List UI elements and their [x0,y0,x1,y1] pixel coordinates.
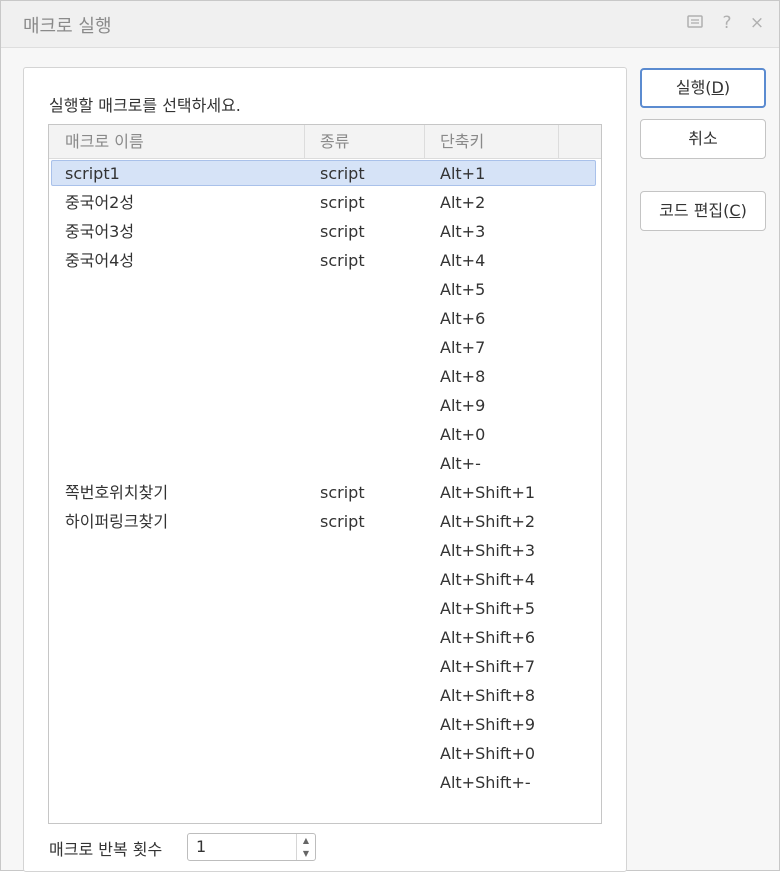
run-button-mnemonic: D [711,78,724,97]
macro-shortcut-cell: Alt+9 [440,396,486,415]
table-row[interactable]: Alt+- [49,449,601,478]
edit-button-mnemonic: C [729,201,741,220]
table-row[interactable]: Alt+6 [49,304,601,333]
table-row[interactable]: 중국어3성 script Alt+3 [49,217,601,246]
macro-shortcut-cell: Alt+6 [440,309,486,328]
title-bar: 매크로 실행 ? × [1,1,779,48]
cancel-button-label: 취소 [688,129,718,148]
macro-name-cell: script1 [65,164,120,183]
macro-name-cell: 중국어2성 [65,193,135,212]
repeat-count-value[interactable]: 1 [196,834,206,860]
macro-shortcut-cell: Alt+Shift+2 [440,512,536,531]
macro-shortcut-cell: Alt+7 [440,338,486,357]
chevron-up-icon[interactable]: ▲ [297,834,315,847]
edit-code-button[interactable]: 코드 편집(C) [640,191,766,231]
macro-shortcut-cell: Alt+Shift+6 [440,628,536,647]
table-row[interactable]: Alt+Shift+7 [49,652,601,681]
column-divider[interactable] [304,125,305,158]
macro-type-cell: script [320,512,365,531]
macro-name-cell: 중국어3성 [65,222,135,241]
table-row[interactable]: Alt+Shift+3 [49,536,601,565]
repeat-count-stepper[interactable]: 1 ▲ ▼ [187,833,316,861]
macro-name-cell: 중국어4성 [65,251,135,270]
table-row[interactable]: Alt+Shift+6 [49,623,601,652]
macro-shortcut-cell: Alt+0 [440,425,486,444]
table-row[interactable]: Alt+0 [49,420,601,449]
macro-panel: 실행할 매크로를 선택하세요. 매크로 이름 종류 단축키 script1 scr… [23,67,627,872]
macro-shortcut-cell: Alt+Shift+0 [440,744,536,763]
column-divider[interactable] [558,125,559,158]
macro-shortcut-cell: Alt+Shift+- [440,773,531,792]
macro-type-cell: script [320,193,365,212]
table-row[interactable]: Alt+Shift+8 [49,681,601,710]
macro-type-cell: script [320,164,365,183]
edit-button-suffix: ) [740,201,747,220]
macro-shortcut-cell: Alt+Shift+9 [440,715,536,734]
macro-shortcut-cell: Alt+Shift+4 [440,570,536,589]
table-row[interactable]: Alt+5 [49,275,601,304]
macro-name-cell: 쪽번호위치찾기 [65,483,169,502]
repeat-count-label: 매크로 반복 횟수 [49,840,163,859]
macro-shortcut-cell: Alt+Shift+7 [440,657,536,676]
column-header-type[interactable]: 종류 [320,125,349,158]
run-button[interactable]: 실행(D) [640,68,766,108]
table-row[interactable]: 중국어4성 script Alt+4 [49,246,601,275]
table-row[interactable]: 중국어2성 script Alt+2 [49,188,601,217]
macro-shortcut-cell: Alt+Shift+8 [440,686,536,705]
macro-shortcut-cell: Alt+3 [440,222,486,241]
macro-shortcut-cell: Alt+2 [440,193,486,212]
table-row[interactable]: Alt+Shift+0 [49,739,601,768]
table-row[interactable]: Alt+8 [49,362,601,391]
table-row[interactable]: script1 script Alt+1 [49,159,601,188]
macro-shortcut-cell: Alt+- [440,454,481,473]
macro-type-cell: script [320,251,365,270]
instruction-text: 실행할 매크로를 선택하세요. [49,96,241,115]
table-row[interactable]: Alt+Shift+4 [49,565,601,594]
column-divider[interactable] [424,125,425,158]
macro-shortcut-cell: Alt+4 [440,251,486,270]
macro-shortcut-cell: Alt+8 [440,367,486,386]
close-icon[interactable]: × [747,13,767,33]
table-row[interactable]: 쪽번호위치찾기 script Alt+Shift+1 [49,478,601,507]
list-rows: script1 script Alt+1 중국어2성 script Alt+2 중국어3성 s… [49,159,601,797]
table-row[interactable]: Alt+9 [49,391,601,420]
macro-shortcut-cell: Alt+Shift+1 [440,483,536,502]
macro-type-cell: script [320,483,365,502]
column-header-shortcut[interactable]: 단축키 [440,125,484,158]
list-header: 매크로 이름 종류 단축키 [49,125,601,159]
help-icon[interactable]: ? [717,13,737,33]
dialog-title: 매크로 실행 [23,16,112,37]
macro-shortcut-cell: Alt+Shift+5 [440,599,536,618]
table-row[interactable]: Alt+Shift+9 [49,710,601,739]
macro-shortcut-cell: Alt+1 [440,164,486,183]
macro-type-cell: script [320,222,365,241]
table-row[interactable]: Alt+Shift+- [49,768,601,797]
cancel-button[interactable]: 취소 [640,119,766,159]
column-header-name[interactable]: 매크로 이름 [65,125,144,158]
macro-name-cell: 하이퍼링크찾기 [65,512,169,531]
table-row[interactable]: Alt+7 [49,333,601,362]
macro-run-dialog: 매크로 실행 ? × 실행할 매크로를 선택하세요. 매크로 이름 종류 단축키… [0,0,780,872]
macro-shortcut-cell: Alt+5 [440,280,486,299]
stepper-buttons: ▲ ▼ [296,834,315,860]
feedback-icon[interactable] [685,13,705,33]
run-button-label: 실행( [675,78,712,97]
edit-button-label: 코드 편집( [659,201,730,220]
chevron-down-icon[interactable]: ▼ [297,847,315,860]
table-row[interactable]: Alt+Shift+5 [49,594,601,623]
macro-list[interactable]: 매크로 이름 종류 단축키 script1 script Alt+1 중국어2성 scr… [48,124,602,824]
macro-shortcut-cell: Alt+Shift+3 [440,541,536,560]
run-button-suffix: ) [723,78,731,97]
table-row[interactable]: 하이퍼링크찾기 script Alt+Shift+2 [49,507,601,536]
